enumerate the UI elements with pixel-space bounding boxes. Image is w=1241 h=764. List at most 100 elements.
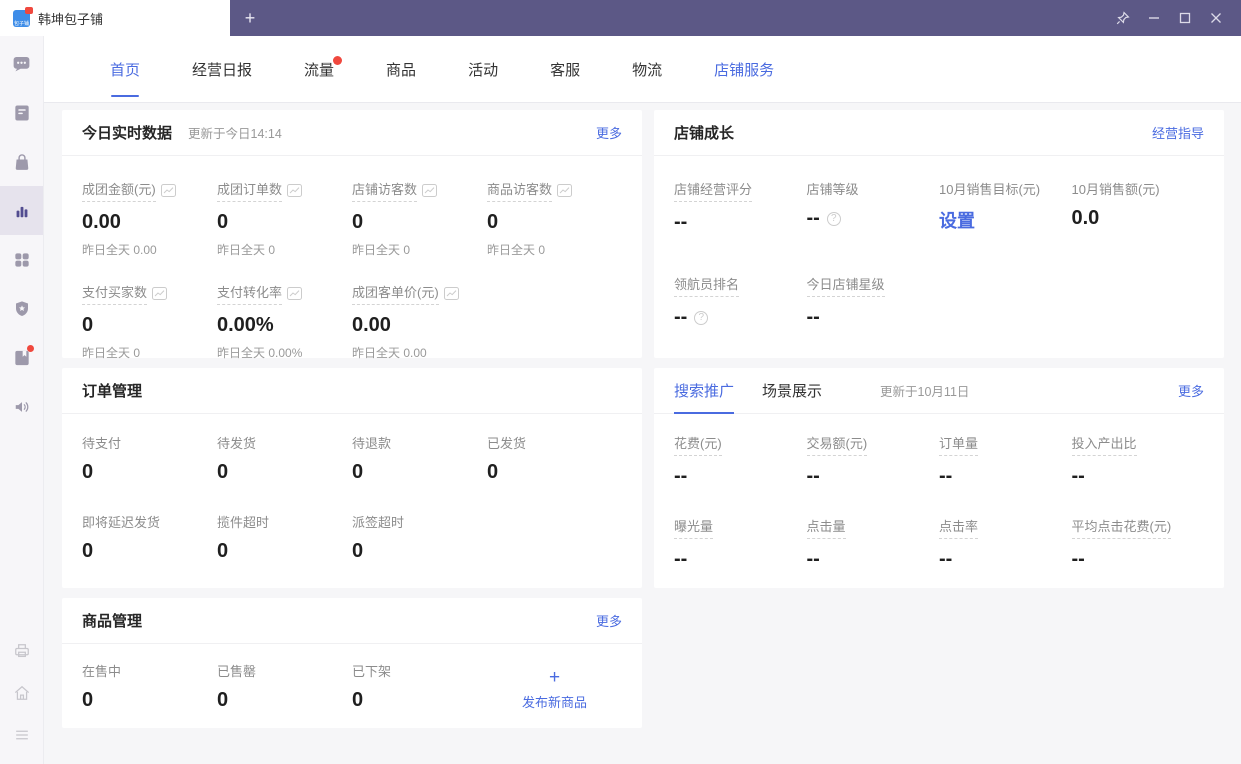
metric-label: 店铺访客数	[352, 179, 418, 202]
set-sales-target-link[interactable]: 设置	[939, 207, 1072, 233]
metric-label: 商品访客数	[487, 179, 553, 202]
window-titlebar: 包子铺 韩坤包子铺 +	[0, 0, 1241, 36]
metric-cell: 待支付 0	[82, 433, 217, 484]
tab-search-promotion[interactable]: 搜索推广	[674, 368, 735, 414]
tab-title: 韩坤包子铺	[38, 11, 104, 27]
metric-label: 待发货	[217, 436, 257, 451]
metric-label: 领航员排名	[674, 274, 740, 297]
metric-cell: 支付买家数 0 昨日全天 0	[82, 282, 217, 361]
hamburger-menu-icon	[15, 730, 28, 740]
metric-subtext: 昨日全天 0	[352, 243, 411, 257]
realtime-more-link[interactable]: 更多	[596, 123, 622, 142]
metric-subtext: 昨日全天 0.00%	[217, 346, 303, 360]
close-icon[interactable]	[1200, 0, 1231, 36]
metric-label: 已售罄	[217, 664, 257, 679]
metric-cell: 店铺等级 -- ?	[807, 179, 940, 234]
favicon-notification-badge	[25, 6, 33, 14]
sidebar-item-data-active[interactable]	[0, 186, 43, 235]
metric-subtext: 昨日全天 0.00	[352, 346, 427, 360]
tab-shop-services[interactable]: 店铺服务	[714, 36, 774, 102]
sidebar-notification-dot	[27, 345, 34, 352]
updated-at-text: 更新于今日14:14	[188, 127, 282, 141]
app-favicon-icon: 包子铺	[13, 6, 33, 27]
metric-label: 花费(元)	[674, 433, 722, 456]
metric-cell: 待发货 0	[217, 433, 352, 484]
sidebar-item-printer[interactable]	[0, 630, 43, 672]
metric-value: 0	[352, 461, 364, 483]
metric-value: 0	[217, 461, 229, 483]
top-navigation: 首页 经营日报 流量 商品 活动 客服 物流 店铺服务	[44, 36, 1241, 103]
tab-activity[interactable]: 活动	[468, 36, 498, 102]
metric-cell: 领航员排名 -- ?	[674, 274, 807, 329]
tab-scene-display[interactable]: 场景展示	[762, 368, 822, 413]
chat-icon	[13, 56, 30, 72]
favicon-text: 包子铺	[13, 20, 29, 27]
metric-cell: 花费(元) --	[674, 433, 807, 488]
metric-cell: 成团订单数 0 昨日全天 0	[217, 179, 352, 258]
metric-label: 揽件超时	[217, 515, 270, 530]
metric-label: 支付买家数	[82, 282, 148, 305]
help-icon[interactable]: ?	[694, 310, 709, 325]
metric-value: --	[806, 306, 820, 328]
goods-more-link[interactable]: 更多	[596, 611, 622, 630]
promotion-card: 搜索推广 场景展示 更新于10月11日 更多 花费(元) -- 交易额(元) -…	[654, 368, 1224, 588]
metric-cell: 支付转化率 0.00% 昨日全天 0.00%	[217, 282, 352, 361]
metric-value: --	[674, 465, 688, 487]
sidebar-item-announcements[interactable]	[0, 382, 43, 431]
sidebar-item-menu[interactable]	[0, 714, 43, 756]
sidebar-item-shop[interactable]	[0, 137, 43, 186]
metric-label: 支付转化率	[217, 282, 283, 305]
trend-chart-icon[interactable]	[160, 184, 176, 197]
metric-label: 订单量	[939, 433, 979, 456]
publish-new-goods-button[interactable]: + 发布新商品	[487, 661, 622, 712]
tab-traffic[interactable]: 流量	[304, 36, 343, 102]
sidebar-item-handbook[interactable]	[0, 333, 43, 382]
metric-cell: 已售罄 0	[217, 661, 352, 712]
metric-label: 在售中	[82, 664, 122, 679]
document-icon	[14, 105, 29, 120]
sidebar-item-home[interactable]	[0, 672, 43, 714]
trend-chart-icon[interactable]	[152, 287, 168, 300]
help-icon[interactable]: ?	[826, 211, 841, 226]
sidebar-item-report[interactable]	[0, 88, 43, 137]
metric-label: 点击量	[806, 516, 846, 539]
tab-customer-service[interactable]: 客服	[550, 36, 580, 102]
new-tab-button[interactable]: +	[230, 0, 270, 36]
trend-chart-icon[interactable]	[422, 184, 438, 197]
pin-window-icon[interactable]	[1107, 0, 1138, 36]
trend-chart-icon[interactable]	[287, 287, 303, 300]
metric-cell: 店铺经营评分 --	[674, 179, 807, 234]
printer-icon	[14, 644, 29, 658]
shop-growth-card: 店铺成长 经营指导 店铺经营评分 -- 店铺等级 -- ? 10月销售目标(元)…	[654, 110, 1224, 358]
minimize-icon[interactable]	[1138, 0, 1169, 36]
trend-chart-icon[interactable]	[443, 287, 459, 300]
tab-goods[interactable]: 商品	[386, 36, 416, 102]
shopping-bag-icon	[15, 153, 28, 170]
metric-value: --	[1071, 465, 1085, 487]
metric-value: --	[1071, 548, 1085, 570]
trend-chart-icon[interactable]	[287, 184, 303, 197]
card-title: 商品管理	[82, 613, 143, 630]
trend-chart-icon[interactable]	[557, 184, 573, 197]
sidebar-item-apps[interactable]	[0, 235, 43, 284]
metric-value: 0	[352, 211, 364, 233]
metric-subtext: 昨日全天 0	[217, 243, 276, 257]
promotion-more-link[interactable]: 更多	[1178, 381, 1204, 400]
sidebar-item-security[interactable]	[0, 284, 43, 333]
metric-label: 已下架	[352, 664, 392, 679]
metric-value: 0	[352, 540, 364, 562]
tab-logistics[interactable]: 物流	[632, 36, 662, 102]
metric-cell: 商品访客数 0 昨日全天 0	[487, 179, 622, 258]
sidebar-item-chat[interactable]	[0, 39, 43, 88]
tab-home[interactable]: 首页	[110, 36, 140, 102]
metric-label: 10月销售目标(元)	[939, 182, 1041, 197]
tab-daily-report[interactable]: 经营日报	[192, 36, 252, 102]
metric-cell: 成团金额(元) 0.00 昨日全天 0.00	[82, 179, 217, 258]
maximize-icon[interactable]	[1169, 0, 1200, 36]
metric-label: 已发货	[487, 436, 527, 451]
business-guide-link[interactable]: 经营指导	[1152, 123, 1204, 142]
metric-label: 成团金额(元)	[82, 179, 156, 202]
shop-tab[interactable]: 包子铺 韩坤包子铺	[0, 0, 230, 36]
metric-cell: 成团客单价(元) 0.00 昨日全天 0.00	[352, 282, 487, 361]
